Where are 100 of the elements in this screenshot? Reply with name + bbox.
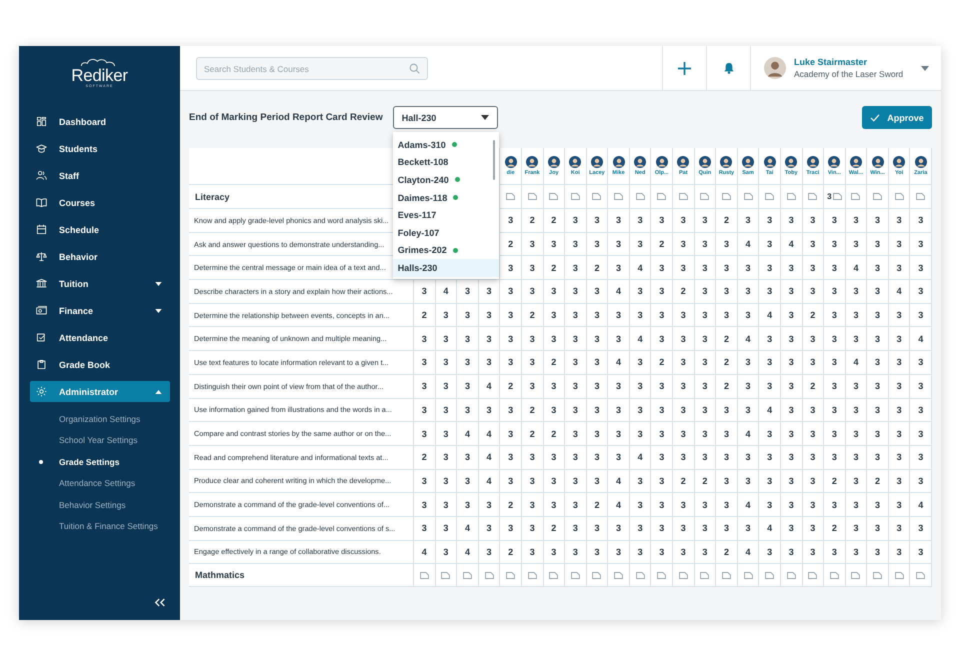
sidebar-item[interactable]: Administrator (30, 381, 170, 402)
grade-value: 3 (853, 310, 858, 320)
note-icon[interactable] (851, 572, 860, 579)
note-icon[interactable] (462, 572, 472, 579)
avatar-icon (893, 156, 906, 168)
sidebar-item[interactable]: Finance (30, 300, 170, 321)
grade-value: 3 (464, 452, 470, 462)
grade-value: 2 (551, 428, 556, 439)
grade-value: 3 (594, 476, 600, 486)
dropdown-option[interactable]: Adams-310 (392, 136, 499, 154)
note-icon[interactable] (744, 193, 753, 200)
note-icon[interactable] (614, 572, 624, 579)
dropdown-option[interactable]: Grimes-202 (392, 242, 499, 260)
sidebar-item[interactable]: Behavior (30, 246, 170, 267)
note-icon[interactable] (678, 193, 688, 200)
grade-value: 3 (767, 381, 772, 392)
sidebar-item[interactable]: Courses (30, 192, 170, 213)
sidebar-subitem[interactable]: Behavior Settings (30, 494, 170, 516)
note-icon[interactable] (678, 572, 688, 579)
note-icon[interactable] (657, 572, 666, 579)
grade-value: 4 (616, 357, 622, 368)
note-icon[interactable] (765, 193, 774, 200)
grade-value: 3 (896, 239, 902, 250)
grade-value: 3 (918, 239, 924, 250)
note-icon[interactable] (830, 572, 839, 579)
note-icon[interactable] (570, 572, 580, 579)
note-icon[interactable] (894, 572, 904, 579)
grade-value: 3 (767, 452, 772, 462)
note-icon[interactable] (873, 572, 882, 579)
note-icon[interactable] (636, 193, 645, 200)
grade-value: 3 (680, 546, 686, 557)
homeroom-select[interactable]: Hall-230 (392, 106, 498, 129)
note-icon[interactable] (722, 193, 731, 200)
note-icon[interactable] (506, 193, 516, 200)
dropdown-option[interactable]: Foley-107 (392, 224, 499, 242)
dropdown-option[interactable]: Beckett-108 (392, 154, 499, 172)
grade-value: 3 (767, 286, 772, 296)
dropdown-option[interactable]: Eves-117 (392, 206, 499, 224)
grade-value: 3 (788, 334, 794, 344)
sidebar-subitem[interactable]: Tuition & Finance Settings (30, 516, 170, 537)
grade-value: 3 (422, 500, 427, 510)
approve-button[interactable]: Approve (862, 106, 932, 129)
avatar-icon (634, 156, 646, 168)
collapse-icon[interactable] (154, 598, 166, 607)
grade-value: 3 (572, 215, 578, 226)
grade-value: 3 (486, 310, 492, 320)
note-icon[interactable] (744, 572, 753, 579)
note-icon[interactable] (528, 193, 537, 200)
grade-value: 3 (853, 381, 858, 392)
note-icon[interactable] (657, 193, 666, 200)
note-icon[interactable] (894, 193, 904, 200)
note-icon[interactable] (722, 572, 731, 579)
avatar-icon (590, 156, 603, 168)
note-icon[interactable] (570, 193, 580, 200)
sidebar-item[interactable]: Students (30, 138, 170, 159)
grade-value: 3 (702, 262, 708, 273)
scrollbar[interactable] (492, 140, 495, 180)
sidebar-item[interactable]: Staff (30, 165, 170, 186)
note-icon[interactable] (808, 193, 818, 200)
note-icon[interactable] (786, 193, 796, 200)
sidebar-item[interactable]: Grade Book (30, 354, 170, 375)
note-icon[interactable] (549, 193, 558, 200)
note-icon[interactable] (441, 572, 450, 579)
note-icon[interactable] (484, 572, 494, 579)
grade-value: 3 (616, 262, 622, 273)
note-icon[interactable] (614, 193, 624, 200)
sidebar-subitem[interactable]: School Year Settings (30, 430, 170, 451)
search-field[interactable]: Search Students & Courses (196, 57, 428, 80)
note-icon[interactable] (916, 572, 926, 579)
sidebar-item[interactable]: Schedule (30, 219, 170, 240)
sidebar-subitem[interactable]: Attendance Settings (30, 472, 170, 494)
grade-value: 3 (746, 452, 751, 462)
note-icon[interactable] (592, 193, 602, 200)
note-icon[interactable] (808, 572, 818, 579)
note-icon[interactable] (420, 572, 429, 579)
sidebar-subitem[interactable]: Grade Settings (30, 451, 170, 472)
note-icon[interactable] (765, 572, 774, 579)
note-icon[interactable] (592, 572, 602, 579)
note-icon[interactable] (916, 193, 926, 200)
user-menu[interactable]: Luke Stairmaster Academy of the Laser Sword (750, 46, 941, 90)
note-icon[interactable] (700, 193, 710, 200)
dropdown-option[interactable]: Halls-230 (392, 259, 499, 277)
sidebar-subitem[interactable]: Organization Settings (30, 408, 170, 430)
dropdown-option[interactable]: Clayton-240 (392, 171, 499, 189)
dropdown-option[interactable]: Daimes-118 (392, 188, 499, 206)
plus-icon (678, 62, 691, 74)
note-icon[interactable] (700, 572, 710, 579)
check-icon (870, 114, 880, 122)
note-icon[interactable] (873, 193, 882, 200)
note-icon[interactable] (528, 572, 537, 579)
sidebar-item[interactable]: Attendance (30, 327, 170, 348)
grade-value: 3 (810, 523, 816, 534)
note-icon[interactable] (549, 572, 558, 579)
note-icon[interactable] (636, 572, 645, 579)
note-icon[interactable] (506, 572, 516, 579)
sidebar-item[interactable]: Tuition (30, 273, 170, 294)
grade-value: 3 (572, 546, 578, 557)
grade-value: 3 (594, 452, 600, 462)
note-icon[interactable] (786, 572, 796, 579)
sidebar-item[interactable]: Dashboard (30, 111, 170, 132)
